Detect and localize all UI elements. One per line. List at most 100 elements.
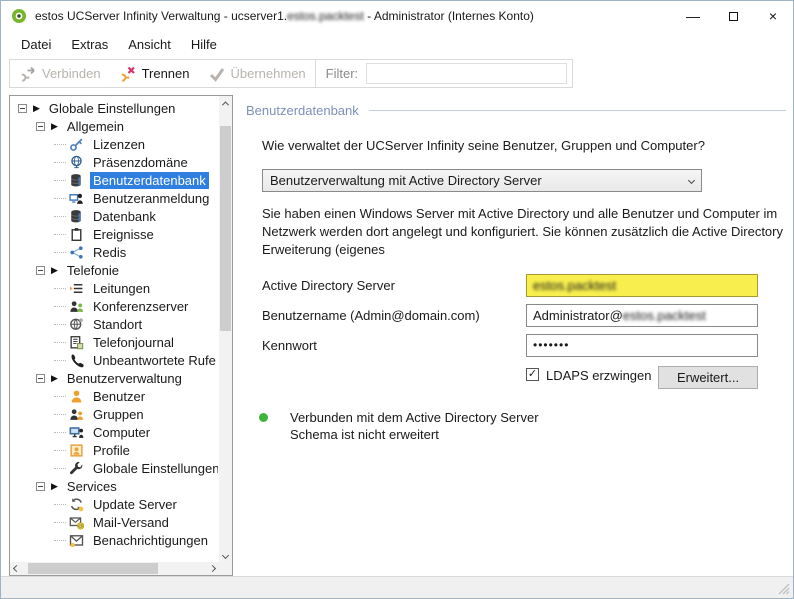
tree-item-label[interactable]: Mail-Versand [90, 514, 172, 531]
tree-item-label[interactable]: Computer [90, 424, 153, 441]
tree-item-konferenzserver[interactable]: Konferenzserver [10, 297, 218, 315]
chevron-down-icon [222, 551, 229, 558]
tree-item-label[interactable]: Ereignisse [90, 226, 157, 243]
question-text: Wie verwaltet der UCServer Infinity sein… [262, 138, 786, 153]
scrollbar-corner [219, 562, 232, 575]
tree-item-datenbank[interactable]: Datenbank [10, 207, 218, 225]
collapse-minus-icon[interactable] [36, 122, 45, 131]
window-controls: — × [673, 1, 793, 31]
tree-item-services[interactable]: ▶Services [10, 477, 218, 495]
tree-item-label[interactable]: Telefonie [64, 262, 122, 279]
collapse-minus-icon[interactable] [36, 482, 45, 491]
tree-item-label[interactable]: Unbeantwortete Rufe [90, 352, 218, 369]
tree-item-unbeantwortete-rufe[interactable]: Unbeantwortete Rufe [10, 351, 218, 369]
filter-input[interactable] [366, 63, 567, 84]
tree-item-label[interactable]: Datenbank [90, 208, 159, 225]
resize-grip[interactable] [779, 584, 791, 596]
tree-item-label[interactable]: Konferenzserver [90, 298, 191, 315]
menu-extras[interactable]: Extras [61, 34, 118, 55]
tree-item-label[interactable]: Benachrichtigungen [90, 532, 211, 549]
globe-icon [69, 155, 84, 170]
tree-item-globale-einstellungen[interactable]: Globale Einstellungen [10, 459, 218, 477]
tree-item-label[interactable]: Globale Einstellungen [90, 460, 218, 477]
menu-hilfe[interactable]: Hilfe [181, 34, 227, 55]
close-button[interactable]: × [753, 1, 793, 31]
tree-item-standort[interactable]: Standort [10, 315, 218, 333]
password-input[interactable]: ••••••• [526, 334, 758, 357]
tree-item-label[interactable]: Profile [90, 442, 133, 459]
ad-server-input[interactable]: estos.packtest [526, 274, 758, 297]
redacted-domain: estos.packtest [287, 9, 364, 23]
tree-connector [54, 540, 66, 541]
ldaps-checkbox[interactable]: ✓ [526, 368, 539, 381]
toolbar-button-label: Übernehmen [231, 66, 306, 81]
tree-item-update-server[interactable]: Update Server [10, 495, 218, 513]
connect-button[interactable]: Verbinden [10, 60, 110, 87]
collapse-minus-icon[interactable] [36, 266, 45, 275]
tree-item-redis[interactable]: Redis [10, 243, 218, 261]
tree-item-ereignisse[interactable]: Ereignisse [10, 225, 218, 243]
username-label: Benutzername (Admin@domain.com) [262, 308, 480, 323]
disconnect-button[interactable]: Trennen [110, 60, 199, 87]
tree-item-leitungen[interactable]: Leitungen [10, 279, 218, 297]
tree-vertical-scrollbar[interactable] [219, 96, 232, 562]
tree-connector [54, 342, 66, 343]
tree-item-benachrichtigungen[interactable]: Benachrichtigungen [10, 531, 218, 549]
tree-connector [54, 306, 66, 307]
tree-item-label[interactable]: Allgemein [64, 118, 127, 135]
tree-item-label[interactable]: Präsenzdomäne [90, 154, 191, 171]
tree-item-allgemein[interactable]: ▶Allgemein [10, 117, 218, 135]
collapse-minus-icon[interactable] [36, 374, 45, 383]
tree-item-label[interactable]: Standort [90, 316, 145, 333]
tree-item-label[interactable]: Update Server [90, 496, 180, 513]
scroll-right-button[interactable] [206, 562, 219, 575]
user-management-dropdown[interactable]: Benutzerverwaltung mit Active Directory … [262, 169, 702, 192]
collapse-minus-icon[interactable] [18, 104, 27, 113]
lines-icon [69, 281, 84, 296]
tree-item-label[interactable]: Benutzerdatenbank [90, 172, 209, 189]
tree-item-benutzeranmeldung[interactable]: Benutzeranmeldung [10, 189, 218, 207]
tree-horizontal-scrollbar[interactable] [10, 562, 219, 575]
tree-item-label[interactable]: Redis [90, 244, 129, 261]
connection-status: Verbunden mit dem Active Directory Serve… [246, 409, 786, 443]
vertical-scroll-thumb[interactable] [220, 126, 231, 331]
scroll-up-button[interactable] [219, 96, 232, 110]
tree-item-label[interactable]: Leitungen [90, 280, 153, 297]
tree-item-label[interactable]: Gruppen [90, 406, 147, 423]
tree-item-label[interactable]: Lizenzen [90, 136, 148, 153]
scroll-left-button[interactable] [10, 562, 23, 575]
database-icon [69, 209, 84, 224]
tree-item-label[interactable]: Benutzerverwaltung [64, 370, 185, 387]
minimize-button[interactable]: — [673, 1, 713, 31]
apply-button[interactable]: Übernehmen [199, 60, 315, 87]
tree-item-mail-versand[interactable]: @Mail-Versand [10, 513, 218, 531]
tree-item-benutzerverwaltung[interactable]: ▶Benutzerverwaltung [10, 369, 218, 387]
tree-item-lizenzen[interactable]: Lizenzen [10, 135, 218, 153]
menu-datei[interactable]: Datei [11, 34, 61, 55]
tree-item-label[interactable]: Services [64, 478, 120, 495]
tree-connector [54, 396, 66, 397]
status-green-dot-icon [259, 413, 268, 422]
horizontal-scroll-thumb[interactable] [28, 563, 158, 574]
tree-item-label[interactable]: Telefonjournal [90, 334, 177, 351]
username-input[interactable]: Administrator@estos.packtest [526, 304, 758, 327]
tree-item-label[interactable]: Benutzer [90, 388, 148, 405]
tree-item-label[interactable]: Globale Einstellungen [46, 100, 178, 117]
mail-icon [69, 533, 84, 548]
tree-item-telefonie[interactable]: ▶Telefonie [10, 261, 218, 279]
chevron-left-icon [13, 565, 20, 572]
advanced-button[interactable]: Erweitert... [658, 366, 758, 389]
tree-item-computer[interactable]: Computer [10, 423, 218, 441]
tree-item-benutzer[interactable]: Benutzer [10, 387, 218, 405]
tree-item-benutzerdatenbank[interactable]: Benutzerdatenbank [10, 171, 218, 189]
tree-item-label[interactable]: Benutzeranmeldung [90, 190, 212, 207]
tree-item-pr-senzdom-ne[interactable]: Präsenzdomäne [10, 153, 218, 171]
tree-item-globale-einstellungen[interactable]: ▶Globale Einstellungen [10, 99, 218, 117]
tree-item-telefonjournal[interactable]: Telefonjournal [10, 333, 218, 351]
tree-item-gruppen[interactable]: Gruppen [10, 405, 218, 423]
scroll-down-button[interactable] [219, 548, 232, 562]
menu-ansicht[interactable]: Ansicht [118, 34, 181, 55]
maximize-button[interactable] [713, 1, 753, 31]
tree-connector [54, 288, 66, 289]
tree-item-profile[interactable]: Profile [10, 441, 218, 459]
